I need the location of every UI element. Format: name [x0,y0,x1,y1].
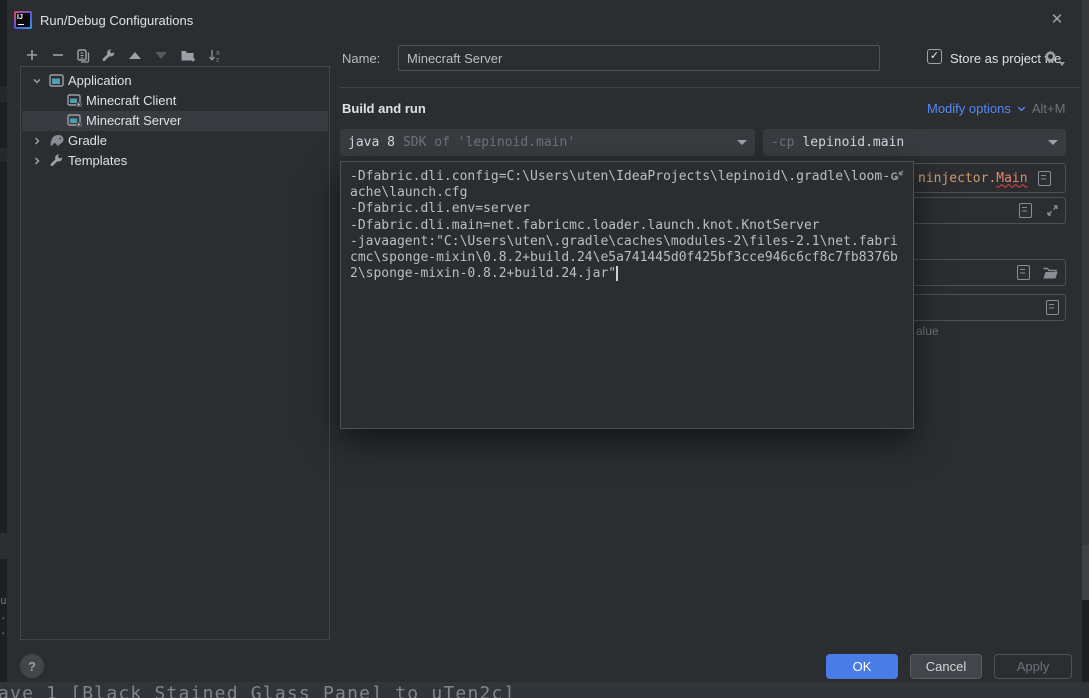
tree-item-label[interactable]: Gradle [68,133,107,148]
chevron-down-icon [1059,62,1065,66]
background-right-sliver [1082,0,1089,682]
main-class-package-fragment: ninjector. [918,171,996,186]
check-icon: ✓ [930,51,939,62]
ok-button[interactable]: OK [826,654,898,679]
name-input-value: Minecraft Server [407,51,502,66]
sort-alphabetically-icon[interactable]: az [205,47,224,63]
classpath-select[interactable]: -cp lepinoid.main [763,129,1066,156]
tree-item-label[interactable]: Templates [68,153,127,168]
macro-icon[interactable] [1017,265,1030,280]
vm-options-expanded-editor[interactable]: -Dfabric.dli.config=C:\Users\uten\IdeaPr… [340,161,914,429]
background-left-sliver: u.. [0,0,7,698]
screen: u.. ave 1 [Black Stained Glass Pane] to … [0,0,1089,698]
dialog-title: Run/Debug Configurations [40,13,193,28]
svg-text:a: a [216,49,220,56]
separator [340,87,1080,88]
browse-icon[interactable] [1046,300,1059,315]
section-title: Build and run [342,101,426,116]
chevron-right-icon[interactable] [30,154,44,173]
cancel-button-label: Cancel [926,659,966,674]
macro-icon[interactable] [1038,171,1051,186]
chevron-down-icon [1016,103,1027,114]
main-class-value: ninjector.Main [918,171,1028,186]
cancel-button[interactable]: Cancel [910,654,982,679]
chevron-down-icon [1048,140,1058,145]
copy-icon[interactable] [75,47,92,63]
remove-icon[interactable] [49,47,66,63]
jre-hint: SDK of 'lepinoid.main' [403,135,575,150]
background-fragment [1082,545,1089,600]
expand-field-icon[interactable] [1046,204,1059,217]
apply-button-label: Apply [1017,659,1050,674]
help-icon: ? [28,659,36,674]
tree-item-minecraft-client[interactable]: Minecraft Client [22,91,328,111]
chevron-down-icon [737,140,747,145]
background-fragment [0,86,7,102]
modify-options-shortcut: Alt+M [1032,101,1066,116]
intellij-logo-icon: IJ [14,11,32,29]
console-log-line: ave 1 [Black Stained Glass Pane] to uTen… [0,683,516,698]
background-fragment [1082,600,1089,682]
text-caret [616,266,618,281]
store-as-project-file-checkbox[interactable]: ✓ [927,49,942,64]
application-icon [49,74,64,92]
svg-text:z: z [216,56,219,63]
wrench-icon [49,153,64,173]
jre-value: java 8 [348,135,395,150]
tree-item-label[interactable]: Minecraft Server [86,113,181,128]
close-icon[interactable]: ✕ [1047,9,1067,29]
add-icon[interactable] [23,47,40,63]
background-fragment [0,533,7,559]
tree-item-minecraft-server-selected[interactable]: Minecraft Server [22,111,328,131]
new-folder-icon[interactable] [179,47,198,63]
open-folder-icon[interactable] [1042,266,1059,280]
name-label: Name: [342,51,380,66]
background-fragment [0,148,7,162]
background-text-fragment: u.. [0,593,7,638]
macro-icon[interactable] [1019,203,1032,218]
edit-templates-wrench-icon[interactable] [100,47,117,63]
name-input[interactable]: Minecraft Server [398,45,880,71]
tree-item-gradle[interactable]: Gradle [22,131,328,151]
tree-item-label[interactable]: Application [68,73,132,88]
tree-item-application[interactable]: Application [22,71,328,91]
tree-item-label[interactable]: Minecraft Client [86,93,176,108]
modify-options-group: Modify options Alt+M [927,101,1065,116]
modify-options-link[interactable]: Modify options [927,101,1011,116]
ok-button-label: OK [853,659,872,674]
move-down-icon[interactable] [152,47,169,63]
help-button[interactable]: ? [20,654,44,678]
collapse-editor-icon[interactable] [892,169,905,182]
jre-select[interactable]: java 8 SDK of 'lepinoid.main' [340,129,755,156]
run-debug-configurations-dialog: IJ Run/Debug Configurations ✕ az [7,0,1082,682]
settings-gear-icon[interactable] [1043,49,1061,65]
cp-prefix: -cp [771,135,794,150]
main-class-name: Main [996,171,1027,186]
vm-options-text[interactable]: -Dfabric.dli.config=C:\Users\uten\IdeaPr… [341,162,913,289]
cp-value: lepinoid.main [802,135,904,150]
move-up-icon[interactable] [126,47,143,63]
tree-item-templates[interactable]: Templates [22,151,328,171]
background-console-strip: ave 1 [Black Stained Glass Pane] to uTen… [0,682,1089,698]
configurations-tree-panel: Application Minecraft Client Minecraft S… [20,66,330,640]
env-variables-hint-fragment: alue [916,324,939,338]
apply-button[interactable]: Apply [994,654,1072,679]
gradle-elephant-icon [49,134,65,152]
